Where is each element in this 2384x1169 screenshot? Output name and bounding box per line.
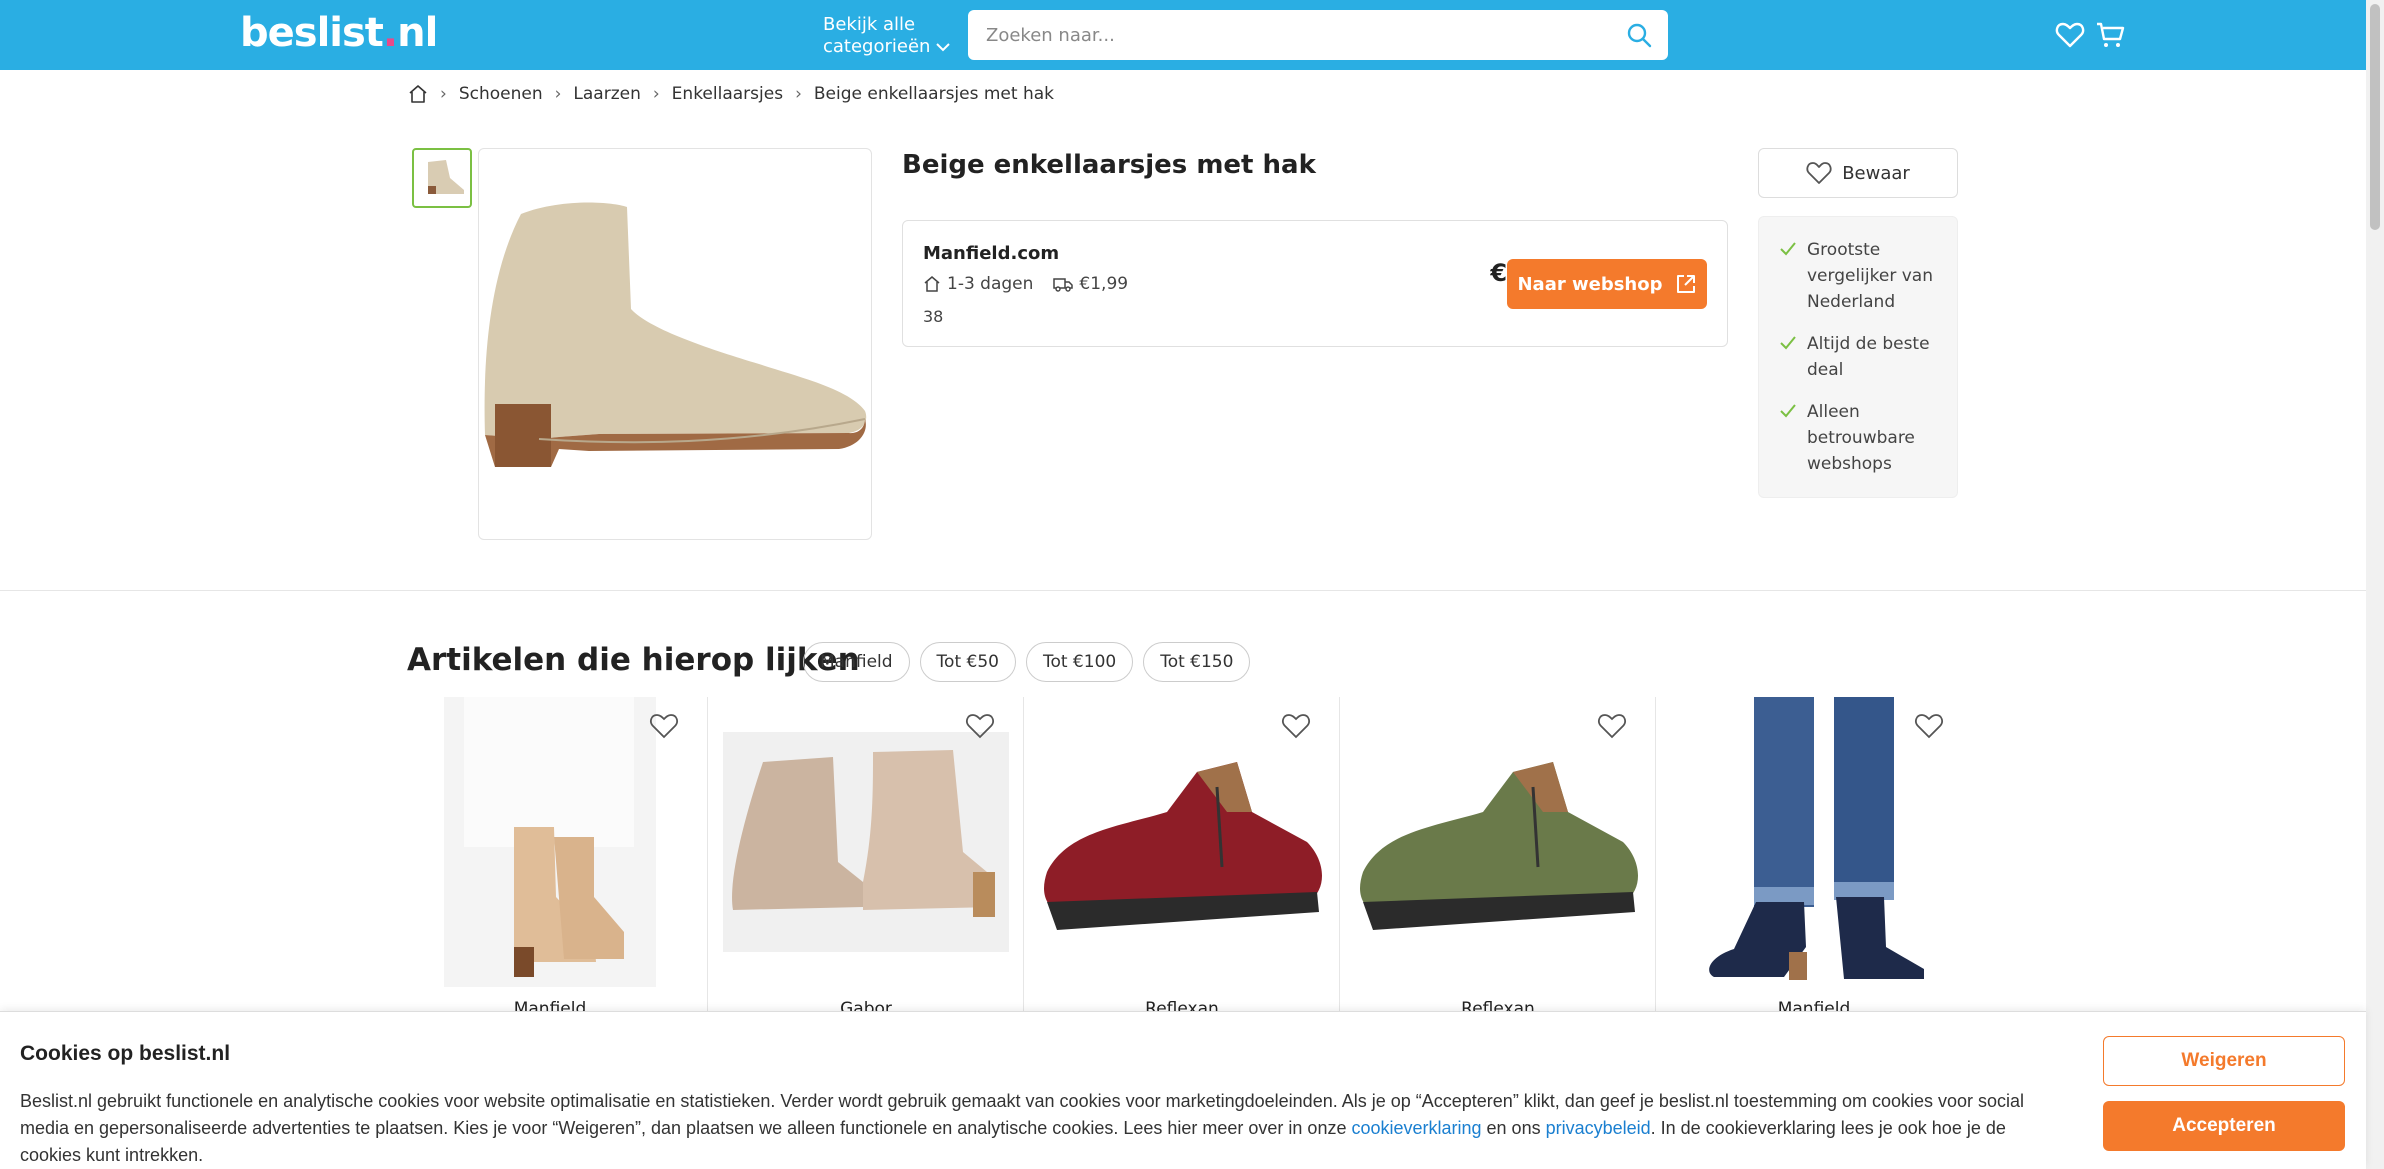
to-webshop-button[interactable]: Naar webshop [1507, 259, 1707, 309]
heart-icon[interactable] [1281, 711, 1311, 741]
product-card[interactable]: Reflexan [1340, 697, 1656, 1019]
usp-text: Grootste vergelijker van Nederland [1807, 240, 1933, 312]
cookie-policy-link[interactable]: cookieverklaring [1351, 1118, 1481, 1138]
product-image[interactable] [478, 148, 872, 540]
chip-manfield[interactable]: Manfield [803, 642, 910, 682]
home-delivery-icon [924, 276, 940, 292]
shop-name[interactable]: Manfield.com [923, 243, 1059, 264]
heart-icon [1806, 162, 1832, 184]
to-webshop-label: Naar webshop [1517, 273, 1663, 295]
save-button[interactable]: Bewaar [1758, 148, 1958, 198]
chip-tot-150[interactable]: Tot €150 [1143, 642, 1251, 682]
usp-item: Altijd de beste deal [1779, 331, 1943, 383]
check-icon [1780, 242, 1796, 256]
cookie-banner: Cookies op beslist.nl Beslist.nl gebruik… [0, 1011, 2366, 1169]
cart-icon[interactable] [2095, 20, 2125, 50]
product-card[interactable]: Manfield [1656, 697, 1972, 1019]
home-icon[interactable] [408, 84, 428, 104]
cookie-title: Cookies op beslist.nl [20, 1042, 231, 1065]
breadcrumb: › Schoenen › Laarzen › Enkellaarsjes › B… [408, 82, 1054, 106]
breadcrumb-item-enkellaarsjes[interactable]: Enkellaarsjes [672, 84, 783, 104]
similar-articles-title: Artikelen die hierop lijken [407, 642, 860, 678]
product-card[interactable]: Manfield [392, 697, 708, 1019]
truck-icon [1053, 278, 1074, 292]
breadcrumb-current: Beige enkellaarsjes met hak [813, 84, 1054, 104]
usp-item: Alleen betrouwbare webshops [1779, 399, 1943, 477]
breadcrumb-item-schoenen[interactable]: Schoenen [459, 84, 543, 104]
section-divider [0, 590, 2366, 591]
usp-text: Altijd de beste deal [1807, 334, 1930, 380]
page-scrollbar[interactable] [2366, 0, 2384, 1169]
top-header: beslist.nl Bekijk alle categorieën [0, 0, 2366, 70]
chevron-down-icon [936, 36, 951, 58]
categories-label-line2: categorieën [823, 36, 931, 57]
chip-tot-50[interactable]: Tot €50 [919, 642, 1016, 682]
chip-tot-100[interactable]: Tot €100 [1025, 642, 1134, 682]
heart-icon[interactable] [1597, 711, 1627, 741]
product-size: 38 [923, 307, 944, 326]
usp-text: Alleen betrouwbare webshops [1807, 402, 1915, 474]
product-card[interactable]: Gabor [708, 697, 1024, 1019]
similar-products-list: Manfield Gabor Reflexan Reflexan Manfiel… [392, 697, 1972, 1019]
delivery-time: 1-3 dagen [947, 274, 1034, 294]
shipping-cost: €1,99 [1079, 274, 1129, 294]
all-categories-button[interactable]: Bekijk alle categorieën [823, 14, 951, 58]
search-input[interactable] [986, 22, 1586, 48]
usp-item: Grootste vergelijker van Nederland [1779, 237, 1943, 315]
heart-icon[interactable] [1914, 711, 1944, 741]
search-icon[interactable] [1626, 22, 1652, 48]
categories-label-line1: Bekijk alle [823, 14, 916, 35]
heart-icon[interactable] [2055, 20, 2085, 50]
check-icon [1780, 404, 1796, 418]
heart-icon[interactable] [965, 711, 995, 741]
privacy-policy-link[interactable]: privacybeleid [1546, 1118, 1651, 1138]
offer-meta: 1-3 dagen €1,99 [923, 274, 1128, 294]
product-thumbnail[interactable] [412, 148, 472, 208]
product-card[interactable]: Reflexan [1024, 697, 1340, 1019]
check-icon [1780, 336, 1796, 350]
save-label: Bewaar [1842, 162, 1910, 184]
search-bar [968, 10, 1668, 60]
accept-cookies-button[interactable]: Accepteren [2103, 1101, 2345, 1151]
beslist-logo[interactable]: beslist.nl [240, 10, 438, 56]
chevron-right-icon: › [440, 84, 447, 104]
cookie-text: Beslist.nl gebruikt functionele en analy… [20, 1091, 2025, 1165]
external-link-icon [1676, 275, 1695, 293]
chevron-right-icon: › [554, 84, 562, 104]
scrollbar-thumb[interactable] [2370, 4, 2380, 230]
offer-card: Manfield.com 1-3 dagen €1,99 38 €83,99 €… [902, 220, 1728, 347]
chevron-right-icon: › [795, 84, 802, 104]
chevron-right-icon: › [652, 84, 660, 104]
product-title: Beige enkellaarsjes met hak [902, 150, 1316, 180]
heart-icon[interactable] [649, 711, 679, 741]
filter-chips: Manfield Tot €50 Tot €100 Tot €150 [803, 642, 1251, 682]
reject-cookies-button[interactable]: Weigeren [2103, 1036, 2345, 1086]
breadcrumb-item-laarzen[interactable]: Laarzen [573, 84, 640, 104]
usp-box: Grootste vergelijker van Nederland Altij… [1758, 216, 1958, 498]
